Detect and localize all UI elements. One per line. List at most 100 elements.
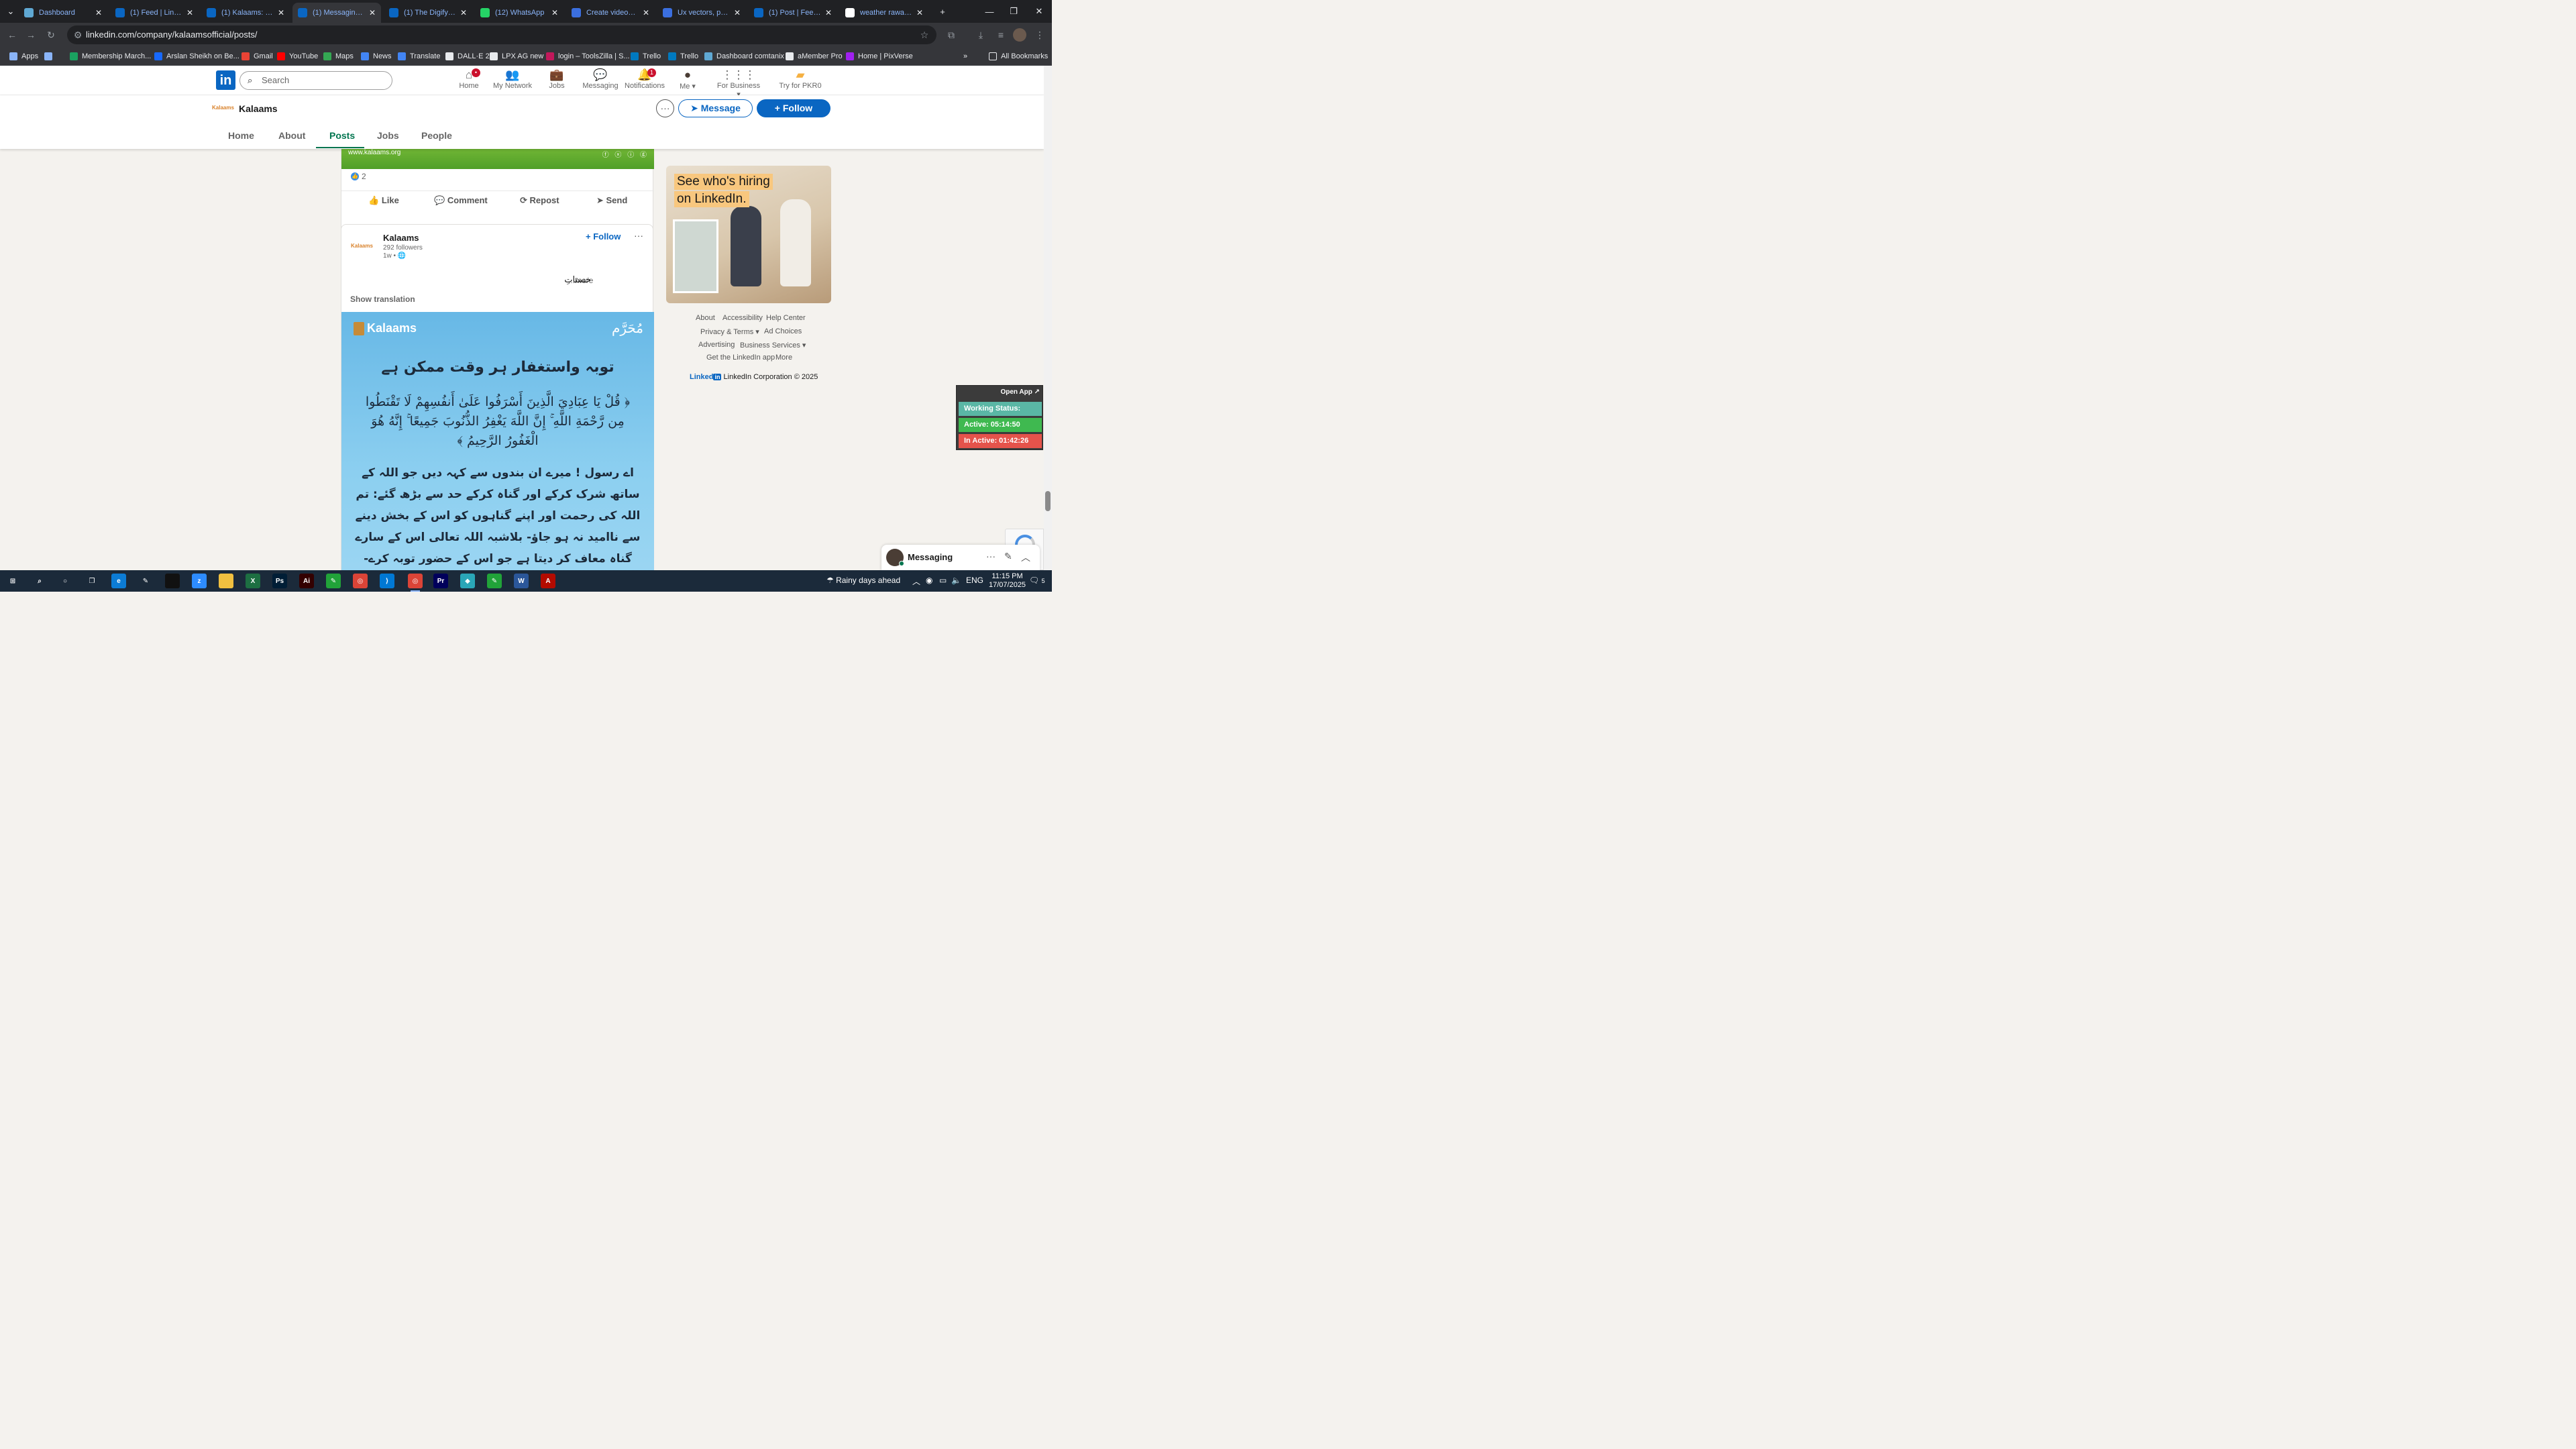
bookmark-item[interactable]: Trello — [631, 50, 661, 62]
new-tab-button[interactable]: + — [930, 0, 955, 23]
file-explorer-icon[interactable] — [219, 574, 233, 588]
pen-icon[interactable]: ✎ — [138, 574, 153, 588]
edge-icon[interactable]: e — [111, 574, 126, 588]
messaging-more-icon[interactable]: ··· — [986, 551, 996, 561]
restore-button[interactable]: ❐ — [1001, 0, 1026, 23]
forward-icon[interactable]: → — [24, 28, 38, 42]
task-view-icon[interactable]: ❐ — [85, 574, 99, 588]
site-info-icon[interactable]: ⚙ — [71, 28, 85, 42]
premiere-icon[interactable]: Pr — [433, 574, 448, 588]
tab-home[interactable]: Home — [228, 130, 254, 141]
reload-icon[interactable]: ↻ — [44, 28, 58, 42]
green-app-2-icon[interactable]: ✎ — [487, 574, 502, 588]
minimize-button[interactable]: — — [977, 0, 1002, 23]
nav-message[interactable]: 💬 Messaging — [577, 68, 624, 93]
windows-start-icon[interactable]: ⊞ — [5, 574, 20, 588]
close-window-button[interactable]: ✕ — [1026, 0, 1052, 23]
nav-bell[interactable]: 🔔 Notifications 1 — [621, 68, 668, 93]
nav-grid[interactable]: ⋮⋮⋮ For Business ▾ — [715, 68, 762, 99]
all-bookmarks-button[interactable]: All Bookmarks — [989, 50, 1048, 62]
notification-center-icon[interactable]: 🗨 5 — [1029, 576, 1045, 585]
chrome-active-icon[interactable]: ◎ — [408, 574, 423, 592]
vscode-icon[interactable]: ⟩ — [380, 574, 394, 588]
open-app-button[interactable]: Open App ↗ — [1000, 388, 1040, 396]
close-tab-icon[interactable]: ✕ — [551, 8, 558, 17]
back-icon[interactable]: ← — [5, 28, 19, 42]
browser-tab[interactable]: (12) WhatsApp ✕ — [475, 3, 564, 23]
chevron-up-icon[interactable]: ︿ — [912, 576, 920, 587]
reaction-count[interactable]: 👍 2 — [351, 172, 366, 181]
chrome-icon[interactable]: ◎ — [353, 574, 368, 588]
app-icon[interactable]: ◆ — [460, 574, 475, 588]
bookmarks-overflow-icon[interactable]: » — [963, 50, 967, 62]
footer-privacy-link[interactable]: Privacy & Terms ▾ — [700, 327, 759, 336]
chevron-up-icon[interactable]: ︿ — [1021, 551, 1030, 564]
nav-network[interactable]: 👥 My Network — [489, 68, 536, 93]
bookmark-item[interactable]: Arslan Sheikh on Be... — [154, 50, 239, 62]
zoom-icon[interactable]: z — [192, 574, 207, 588]
send-button[interactable]: ➤ Send — [596, 195, 627, 206]
footer-help-center-link[interactable]: Help Center — [766, 314, 806, 322]
weather-widget[interactable]: ☂ Rainy days ahead — [826, 576, 900, 585]
close-tab-icon[interactable]: ✕ — [643, 8, 649, 17]
like-button[interactable]: 👍 Like — [368, 195, 399, 206]
bookmark-item[interactable]: Dashboard comtanix — [704, 50, 784, 62]
profile-avatar-icon[interactable] — [1013, 28, 1026, 42]
nav-avatar[interactable]: ● Me ▾ — [664, 68, 711, 93]
hiring-ad[interactable]: See who's hiring on LinkedIn. — [666, 166, 831, 303]
extensions-icon[interactable]: ⧉ — [945, 28, 958, 42]
company-name[interactable]: Kalaams — [239, 103, 278, 114]
illustrator-icon[interactable]: Ai — [299, 574, 314, 588]
search-icon[interactable]: ⌕ — [32, 574, 47, 588]
bookmark-item[interactable]: DALL·E 2 — [445, 50, 490, 62]
bookmark-item[interactable]: Gmail — [241, 50, 273, 62]
browser-tab[interactable]: (1) Messaging | LinkedIn ✕ — [292, 3, 381, 23]
post-menu-icon[interactable]: ··· — [634, 230, 643, 241]
close-tab-icon[interactable]: ✕ — [369, 8, 376, 17]
repost-button[interactable]: ⟳ Repost — [520, 195, 559, 206]
bookmark-item[interactable]: Translate — [398, 50, 440, 62]
media-icon[interactable]: ≡ — [994, 28, 1008, 42]
close-tab-icon[interactable]: ✕ — [916, 8, 923, 17]
message-button[interactable]: ➤ Message — [678, 99, 753, 117]
messaging-tray[interactable]: Messaging ··· ✎ ︿ — [881, 545, 1040, 570]
volume-icon[interactable]: 🔈 — [951, 576, 961, 585]
bookmark-item[interactable]: aMember Pro — [786, 50, 843, 62]
follow-button[interactable]: + Follow — [757, 99, 830, 117]
language-indicator[interactable]: ENG — [966, 576, 983, 585]
post-follow-button[interactable]: + Follow — [586, 231, 621, 241]
compose-icon[interactable]: ✎ — [1004, 551, 1012, 562]
post-image[interactable]: Kalaams مُحَرَّم توبہ واستغفار ہر وقت مم… — [341, 312, 654, 570]
browser-tab[interactable]: (1) Feed | LinkedIn ✕ — [110, 3, 199, 23]
comment-button[interactable]: 💬 Comment — [434, 195, 488, 206]
close-tab-icon[interactable]: ✕ — [734, 8, 741, 17]
browser-tab[interactable]: (1) Post | Feed | LinkedIn ✕ — [749, 3, 837, 23]
terminal-icon[interactable] — [165, 574, 180, 588]
close-tab-icon[interactable]: ✕ — [95, 8, 102, 17]
menu-dots-icon[interactable]: ⋮ — [1033, 28, 1046, 42]
bookmark-item[interactable]: LPX AG new — [490, 50, 543, 62]
company-more-button[interactable]: ··· — [656, 99, 674, 117]
browser-tab[interactable]: weather rawalpindi ✕ — [840, 3, 928, 23]
bookmark-item[interactable]: YouTube — [277, 50, 318, 62]
acrobat-icon[interactable]: A — [541, 574, 555, 588]
download-icon[interactable]: ⤓ — [974, 28, 987, 42]
company-logo[interactable]: Kalaams — [212, 105, 234, 111]
tab-about[interactable]: About — [278, 130, 305, 141]
nav-briefcase[interactable]: 💼 Jobs — [533, 68, 580, 93]
nav-premium[interactable]: ▰ Try for PKR0 — [777, 68, 824, 93]
bookmark-item[interactable]: Home | PixVerse — [846, 50, 913, 62]
footer-ad-choices-link[interactable]: Ad Choices — [764, 327, 802, 335]
tray-app-icon[interactable]: ◉ — [926, 576, 932, 585]
network-icon[interactable]: ▭ — [939, 576, 947, 585]
search-input[interactable]: ⌕ Search — [239, 71, 392, 90]
bookmark-item[interactable]: Maps — [323, 50, 354, 62]
footer-more-link[interactable]: More — [775, 354, 792, 362]
browser-tab[interactable]: (1) Kalaams: Posts ✕ — [201, 3, 290, 23]
footer-accessibility-link[interactable]: Accessibility — [722, 314, 763, 322]
tab-people[interactable]: People — [421, 130, 452, 141]
tab-posts[interactable]: Posts — [329, 130, 355, 141]
company-logo[interactable]: Kalaams — [351, 235, 383, 257]
clock[interactable]: 11:15 PM 17/07/2025 — [989, 572, 1026, 590]
footer-advertising-link[interactable]: Advertising — [698, 341, 735, 349]
